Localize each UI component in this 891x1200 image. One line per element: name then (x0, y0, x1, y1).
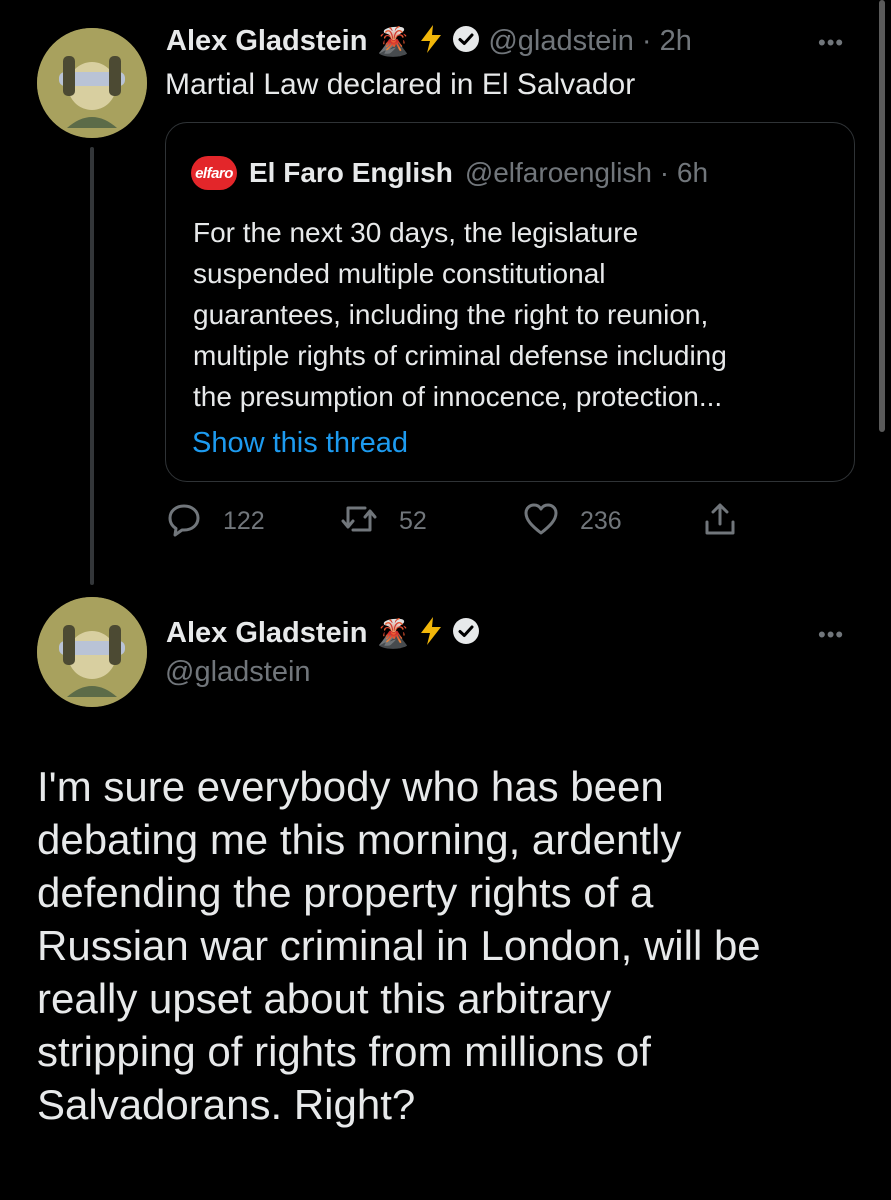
reply-button[interactable]: 122 (165, 500, 265, 543)
reply-icon (165, 500, 203, 543)
quoted-line: For the next 30 days, the legislature (193, 217, 639, 248)
tweet-line: stripping of rights from millions of (37, 1028, 651, 1075)
tweet-line: debating me this morning, ardently (37, 816, 682, 863)
quoted-tweet-header: elfaro El Faro English @elfaroenglish · … (191, 156, 708, 190)
like-count: 236 (580, 507, 622, 535)
author-name[interactable]: Alex Gladstein (166, 25, 367, 58)
tweet-line: I'm sure everybody who has been (37, 763, 664, 810)
volcano-icon: 🌋 (375, 26, 411, 57)
share-button[interactable] (701, 500, 739, 543)
retweet-icon (339, 500, 379, 543)
like-button[interactable]: 236 (522, 500, 622, 543)
author-name[interactable]: Alex Gladstein (166, 617, 367, 650)
share-icon (701, 503, 739, 542)
heart-icon (522, 500, 560, 543)
avatar-image (37, 597, 147, 707)
avatar-alex-gladstein[interactable] (37, 597, 147, 707)
quoted-tweet-body: For the next 30 days, the legislature su… (193, 212, 727, 417)
tweet-line: really upset about this arbitrary (37, 975, 612, 1022)
scrollbar[interactable] (879, 0, 885, 432)
tweet-line: defending the property rights of a (37, 869, 654, 916)
quoted-line: multiple rights of criminal defense incl… (193, 340, 727, 371)
avatar-image (37, 28, 147, 138)
retweet-count: 52 (399, 507, 427, 535)
main-tweet-text: I'm sure everybody who has been debating… (37, 760, 761, 1131)
elfaro-logo-icon: elfaro (191, 156, 237, 190)
first-tweet-header: Alex Gladstein 🌋 @gladstein · 2h (166, 24, 692, 59)
avatar-alex-gladstein[interactable] (37, 28, 147, 138)
quoted-line: suspended multiple constitutional (193, 258, 606, 289)
more-options-icon[interactable]: ••• (818, 622, 844, 648)
tweet-actions-bar: 122 52 236 (165, 500, 785, 540)
more-options-icon[interactable]: ••• (818, 30, 844, 56)
verified-badge-icon (452, 617, 480, 650)
main-tweet-header: Alex Gladstein 🌋 (166, 616, 480, 651)
lightning-icon (418, 24, 444, 59)
quoted-line: the presumption of innocence, protection… (193, 381, 723, 412)
author-handle-time[interactable]: @gladstein · 2h (488, 25, 692, 58)
tweet-line: Salvadorans. Right? (37, 1081, 416, 1128)
volcano-icon: 🌋 (375, 618, 411, 649)
show-this-thread-link[interactable]: Show this thread (192, 427, 408, 460)
reply-count: 122 (223, 507, 265, 535)
retweet-button[interactable]: 52 (339, 500, 427, 543)
lightning-icon (418, 616, 444, 651)
thread-connector-line (90, 147, 94, 585)
quoted-author-name: El Faro English (249, 157, 453, 188)
first-tweet-text: Martial Law declared in El Salvador (165, 68, 636, 101)
verified-badge-icon (452, 25, 480, 58)
author-handle[interactable]: @gladstein (165, 656, 311, 689)
quoted-author-handle-time: @elfaroenglish · 6h (464, 157, 709, 188)
tweet-line: Russian war criminal in London, will be (37, 922, 761, 969)
quoted-line: guarantees, including the right to reuni… (193, 299, 709, 330)
